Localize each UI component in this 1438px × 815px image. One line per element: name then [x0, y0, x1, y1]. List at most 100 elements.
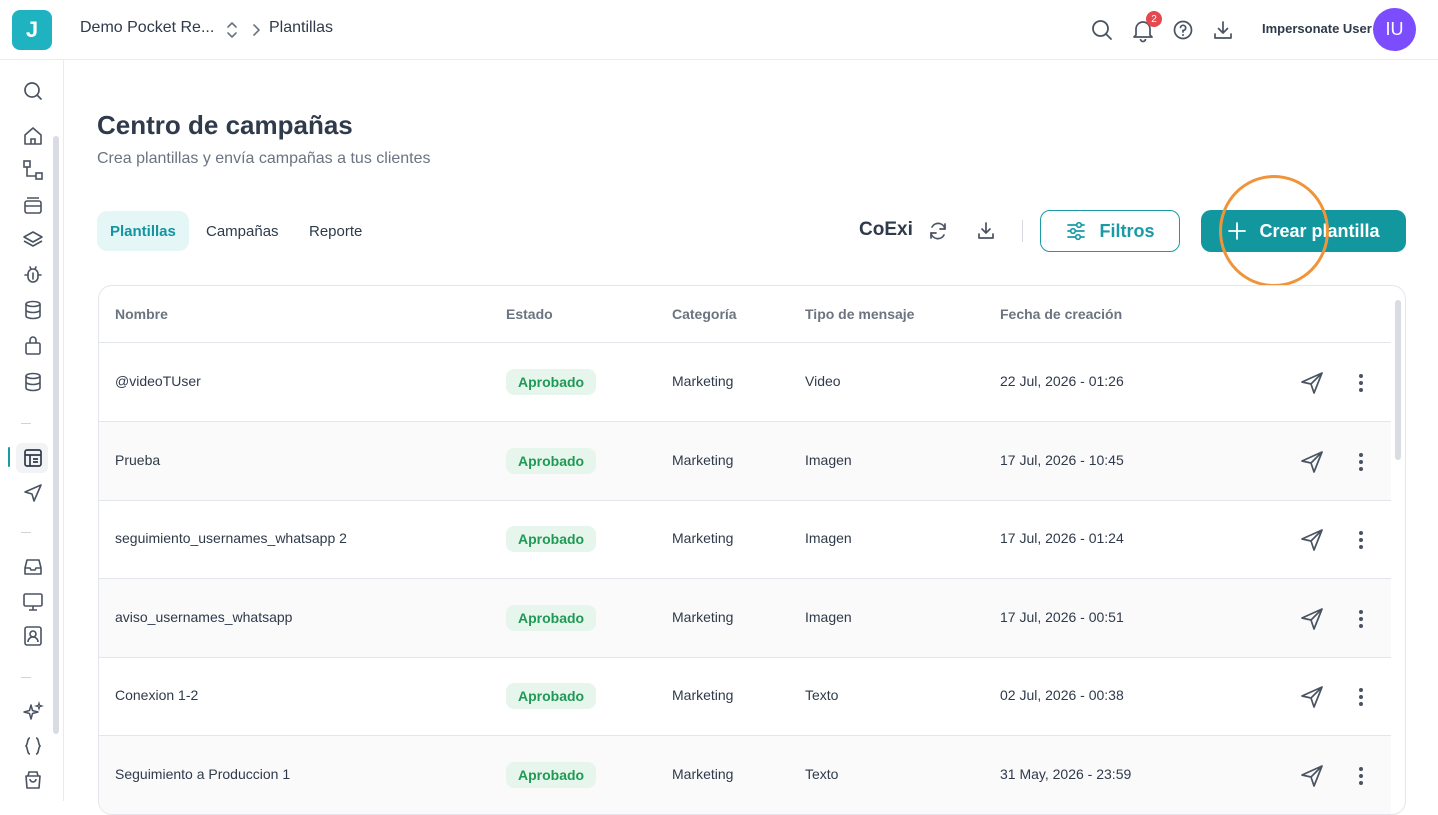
sparkles-icon[interactable]	[21, 700, 45, 724]
code-braces-icon[interactable]	[21, 734, 45, 758]
table-row[interactable]: seguimiento_usernames_whatsapp 2 Aprobado…	[99, 500, 1391, 579]
template-name: Seguimiento a Produccion 1	[115, 766, 291, 782]
more-vertical-icon[interactable]	[1351, 684, 1371, 710]
template-name: Prueba	[115, 452, 161, 468]
template-created-date: 31 May, 2026 - 23:59	[1000, 766, 1132, 782]
template-created-date: 17 Jul, 2026 - 01:24	[1000, 530, 1124, 546]
shopping-bag-icon[interactable]	[21, 334, 45, 358]
column-header-category[interactable]: Categoría	[672, 306, 737, 322]
send-icon[interactable]	[21, 481, 45, 505]
tab-campanas[interactable]: Campañas	[193, 211, 292, 251]
template-created-date: 17 Jul, 2026 - 00:51	[1000, 609, 1124, 625]
bug-icon[interactable]	[21, 262, 45, 286]
search-icon[interactable]	[1089, 17, 1115, 43]
more-vertical-icon[interactable]	[1351, 370, 1371, 396]
sidebar-divider	[21, 532, 31, 533]
inbox-stack-icon[interactable]	[21, 193, 45, 217]
contact-card-icon[interactable]	[21, 624, 45, 648]
layers-icon[interactable]	[21, 228, 45, 252]
templates-icon[interactable]	[21, 446, 45, 470]
table-scrollbar[interactable]	[1395, 300, 1401, 460]
send-icon[interactable]	[1299, 527, 1325, 553]
monitor-icon[interactable]	[21, 590, 45, 614]
flow-icon[interactable]	[21, 158, 45, 182]
templates-table: Nombre Estado Categoría Tipo de mensaje …	[98, 285, 1406, 815]
account-name: CoExi	[859, 219, 913, 240]
table-row[interactable]: Conexion 1-2 Aprobado Marketing Texto 02 Jul…	[99, 657, 1391, 736]
template-message-type: Video	[805, 373, 841, 389]
impersonate-user-label[interactable]: Impersonate User	[1262, 21, 1372, 36]
status-badge: Aprobado	[506, 605, 597, 631]
page-subtitle: Crea plantillas y envía campañas a tus c…	[97, 150, 431, 167]
template-category: Marketing	[672, 530, 734, 546]
template-name: seguimiento_usernames_whatsapp 2	[115, 530, 347, 546]
filters-button[interactable]: Filtros	[1040, 210, 1180, 252]
shopping-bag-icon[interactable]	[21, 768, 45, 792]
status-badge: Aprobado	[506, 369, 597, 395]
template-category: Marketing	[672, 452, 734, 468]
template-created-date: 22 Jul, 2026 - 01:26	[1000, 373, 1124, 389]
breadcrumb-current: Plantillas	[269, 19, 334, 36]
template-category: Marketing	[672, 766, 734, 782]
top-bar: J Demo Pocket Re... Plantillas 2 Imperso…	[0, 0, 1438, 60]
create-template-button[interactable]: Crear plantilla	[1201, 210, 1406, 252]
template-created-date: 17 Jul, 2026 - 10:45	[1000, 452, 1124, 468]
column-header-type[interactable]: Tipo de mensaje	[805, 306, 914, 322]
chevron-up-down-icon[interactable]	[224, 18, 240, 42]
send-icon[interactable]	[1299, 684, 1325, 710]
template-name: Conexion 1-2	[115, 687, 199, 703]
table-row[interactable]: Seguimiento a Produccion 1 Aprobado Market…	[99, 736, 1391, 814]
database-icon[interactable]	[21, 298, 45, 322]
column-header-status[interactable]: Estado	[506, 306, 553, 322]
user-avatar[interactable]: IU	[1373, 8, 1416, 51]
home-icon[interactable]	[21, 124, 45, 148]
sidebar-active-indicator	[8, 447, 10, 467]
template-message-type: Texto	[805, 766, 839, 782]
template-category: Marketing	[672, 373, 734, 389]
status-badge: Aprobado	[506, 448, 597, 474]
template-created-date: 02 Jul, 2026 - 00:38	[1000, 687, 1124, 703]
sidebar-divider	[21, 423, 31, 424]
template-message-type: Imagen	[805, 530, 852, 546]
template-message-type: Imagen	[805, 452, 852, 468]
table-row[interactable]: Prueba Aprobado Marketing Imagen 17 Jul, 202…	[99, 422, 1391, 501]
more-vertical-icon[interactable]	[1351, 606, 1371, 632]
more-vertical-icon[interactable]	[1351, 763, 1371, 789]
status-badge: Aprobado	[506, 526, 597, 552]
more-vertical-icon[interactable]	[1351, 449, 1371, 475]
download-icon[interactable]	[1210, 17, 1236, 43]
template-name: @videoTUser	[115, 373, 201, 389]
send-icon[interactable]	[1299, 606, 1325, 632]
notification-badge: 2	[1146, 11, 1162, 27]
database-icon[interactable]	[21, 370, 45, 394]
help-icon[interactable]	[1170, 17, 1196, 43]
refresh-icon[interactable]	[926, 219, 950, 243]
send-icon[interactable]	[1299, 449, 1325, 475]
download-icon[interactable]	[974, 219, 998, 243]
template-message-type: Texto	[805, 687, 839, 703]
sliders-icon	[1067, 221, 1086, 241]
status-badge: Aprobado	[506, 762, 597, 788]
status-badge: Aprobado	[506, 683, 597, 709]
table-header: Nombre Estado Categoría Tipo de mensaje …	[99, 286, 1391, 343]
more-vertical-icon[interactable]	[1351, 527, 1371, 553]
inbox-icon[interactable]	[21, 555, 45, 579]
sidebar-scrollbar[interactable]	[53, 136, 59, 734]
workspace-selector[interactable]: Demo Pocket Re...	[80, 19, 214, 37]
filters-label: Filtros	[1099, 220, 1155, 241]
tab-plantillas[interactable]: Plantillas	[97, 211, 189, 251]
toolbar-divider	[1022, 220, 1023, 242]
tab-reporte[interactable]: Reporte	[296, 211, 375, 251]
column-header-name[interactable]: Nombre	[115, 306, 168, 322]
send-icon[interactable]	[1299, 370, 1325, 396]
sidebar-divider	[21, 677, 31, 678]
search-icon[interactable]	[21, 79, 45, 103]
template-category: Marketing	[672, 687, 734, 703]
template-category: Marketing	[672, 609, 734, 625]
send-icon[interactable]	[1299, 763, 1325, 789]
table-row[interactable]: @videoTUser Aprobado Marketing Video 22 Jul,…	[99, 343, 1391, 422]
table-row[interactable]: aviso_usernames_whatsapp Aprobado Marketin…	[99, 579, 1391, 658]
app-logo[interactable]: J	[12, 10, 52, 50]
column-header-date[interactable]: Fecha de creación	[1000, 306, 1122, 322]
template-message-type: Imagen	[805, 609, 852, 625]
